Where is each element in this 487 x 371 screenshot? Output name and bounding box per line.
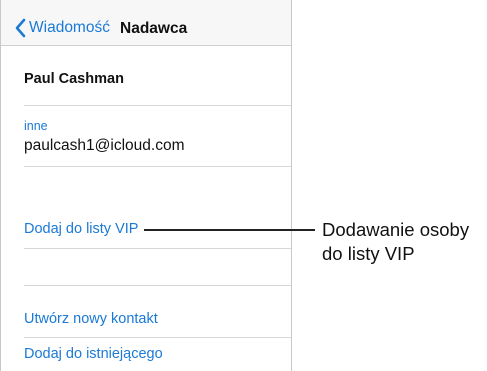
email-address[interactable]: paulcash1@icloud.com [24, 137, 185, 155]
callout-line-1: Dodawanie osoby [322, 219, 470, 240]
divider [24, 166, 291, 167]
callout-line [144, 229, 315, 231]
email-type-label: inne [24, 119, 48, 133]
divider [24, 105, 291, 106]
phone-screen: Wiadomość Nadawca Paul Cashman inne paul… [0, 0, 292, 371]
divider [24, 337, 291, 338]
add-to-vip-button[interactable]: Dodaj do listy VIP [24, 221, 138, 237]
contact-name: Paul Cashman [24, 71, 124, 87]
navigation-bar: Wiadomość Nadawca [1, 0, 291, 46]
back-button[interactable]: Wiadomość [14, 18, 110, 38]
callout-text: Dodawanie osoby do listy VIP [322, 218, 469, 266]
create-new-contact-button[interactable]: Utwórz nowy kontakt [24, 311, 158, 327]
page-title: Nadawca [120, 20, 188, 37]
callout-line-2: do listy VIP [322, 243, 415, 264]
divider [24, 285, 291, 286]
chevron-left-icon [14, 18, 29, 38]
divider [24, 248, 291, 249]
add-to-existing-contact-button[interactable]: Dodaj do istniejącego [24, 346, 163, 362]
back-button-label: Wiadomość [29, 19, 110, 36]
